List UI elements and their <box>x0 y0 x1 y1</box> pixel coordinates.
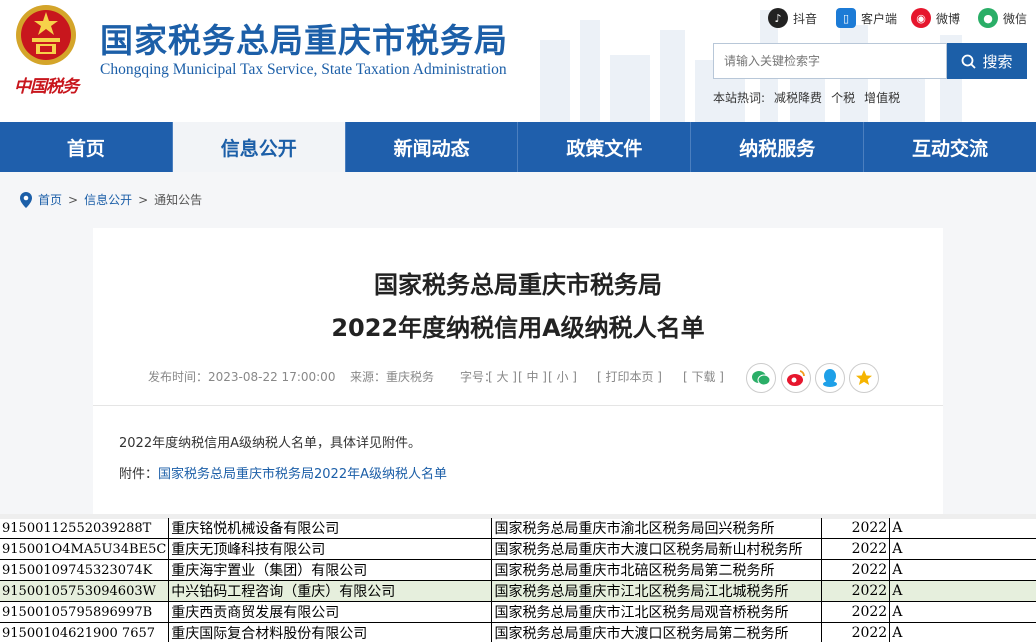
table-cell-office: 国家税务总局重庆市北碚区税务局第二税务所 <box>491 559 822 581</box>
table-cell-grade: A <box>889 601 1036 623</box>
breadcrumb: 首页 > 信息公开 > 通知公告 <box>20 191 202 208</box>
social-douyin-label: 抖音 <box>793 11 818 26</box>
table-row: 91500112552039288T 重庆铭悦机械设备有限公司 国家税务总局重庆市渝… <box>0 518 1036 539</box>
hot-word[interactable]: 个税 <box>831 89 855 106</box>
breadcrumb-current: 通知公告 <box>154 193 203 207</box>
social-weibo-label: 微博 <box>936 11 961 26</box>
table-cell-name: 重庆无顶峰科技有限公司 <box>168 538 493 560</box>
nav-item-news[interactable]: 新闻动态 <box>346 122 519 172</box>
table-cell-office: 国家税务总局重庆市渝北区税务局回兴税务所 <box>491 518 822 539</box>
hot-word[interactable]: 减税降费 <box>774 89 822 106</box>
nav-item-tax-service[interactable]: 纳税服务 <box>691 122 865 172</box>
search-icon <box>962 54 977 69</box>
table-cell-year: 2022 <box>821 622 891 642</box>
table-cell-office: 国家税务总局重庆市江北区税务局江北城税务所 <box>491 580 822 602</box>
table-cell-grade: A <box>889 538 1036 560</box>
china-tax-logo-text: 中国税务 <box>14 77 79 97</box>
taxpayer-table: 91500112552039288T 重庆铭悦机械设备有限公司 国家税务总局重庆市渝… <box>0 518 1036 642</box>
attachment-line: 附件：国家税务总局重庆市税务局2022年A级纳税人名单 <box>119 463 447 482</box>
social-wechat[interactable]: ● 微信 <box>978 8 1027 28</box>
attachment-link[interactable]: 国家税务总局重庆市税务局2022年A级纳税人名单 <box>158 467 447 482</box>
breadcrumb-section[interactable]: 信息公开 <box>84 191 132 208</box>
article-body-text: 2022年度纳税信用A级纳税人名单，具体详见附件。 <box>119 436 421 451</box>
table-cell-name: 中兴铂码工程咨询（重庆）有限公司 <box>168 580 493 602</box>
table-cell-grade: A <box>889 580 1036 602</box>
table-cell-name: 重庆国际复合材料股份有限公司 <box>168 622 493 642</box>
attachment-label: 附件： <box>119 467 159 482</box>
hot-words-label: 本站热词: <box>713 91 766 105</box>
hot-word[interactable]: 增值税 <box>864 89 900 106</box>
table-cell-code: 91500105795896997B <box>0 601 170 623</box>
nav-item-home[interactable]: 首页 <box>0 122 173 172</box>
table-cell-office: 国家税务总局重庆市江北区税务局观音桥税务所 <box>491 601 822 623</box>
table-cell-name: 重庆铭悦机械设备有限公司 <box>168 518 493 539</box>
breadcrumb-separator: > <box>138 192 149 207</box>
nav-item-policy[interactable]: 政策文件 <box>518 122 692 172</box>
main-nav: 首页 信息公开 新闻动态 政策文件 纳税服务 互动交流 <box>0 122 1036 172</box>
breadcrumb-band: 首页 > 信息公开 > 通知公告 <box>0 172 1036 228</box>
table-cell-grade: A <box>889 518 1036 539</box>
table-row: 91500104621900 7657 重庆国际复合材料股份有限公司 国家税务总局重… <box>0 622 1036 642</box>
download-button[interactable]: [ 下载 ] <box>683 368 724 385</box>
douyin-icon: ♪ <box>768 8 788 28</box>
weibo-share-icon[interactable] <box>781 363 811 393</box>
qq-share-icon[interactable] <box>815 363 845 393</box>
table-row: 91500109745323074K 重庆海宇置业（集团）有限公司 国家税务总局重庆… <box>0 559 1036 581</box>
table-cell-code: 91500104621900 7657 <box>0 622 170 642</box>
search-button[interactable]: 搜索 <box>947 43 1027 79</box>
table-row: 91500105753094603W 中兴铂码工程咨询（重庆）有限公司 国家税务总局… <box>0 580 1036 602</box>
font-medium-button[interactable]: [ 中 ] <box>518 368 547 385</box>
breadcrumb-separator: > <box>68 192 79 207</box>
social-douyin[interactable]: ♪ 抖音 <box>768 8 817 28</box>
social-client[interactable]: ▯ 客户端 <box>836 8 897 28</box>
breadcrumb-home[interactable]: 首页 <box>38 191 62 208</box>
wechat-icon: ● <box>978 8 998 28</box>
location-pin-icon <box>20 191 32 208</box>
nav-item-info-disclosure[interactable]: 信息公开 <box>172 122 346 172</box>
table-cell-name: 重庆西贡商贸发展有限公司 <box>168 601 493 623</box>
table-cell-office: 国家税务总局重庆市大渡口区税务局第二税务所 <box>491 622 822 642</box>
table-cell-grade: A <box>889 622 1036 642</box>
social-client-label: 客户端 <box>861 11 898 26</box>
article-title-line2: 2022年度纳税信用A级纳税人名单 <box>331 314 705 342</box>
table-cell-year: 2022 <box>821 559 891 581</box>
weibo-icon: ◉ <box>911 8 931 28</box>
favorite-icon[interactable] <box>849 363 879 393</box>
article-title-line1: 国家税务总局重庆市税务局 <box>374 271 662 299</box>
nav-item-interaction[interactable]: 互动交流 <box>864 122 1036 172</box>
table-cell-year: 2022 <box>821 538 891 560</box>
site-title[interactable]: 国家税务总局重庆市税务局 <box>100 14 508 62</box>
print-button[interactable]: [ 打印本页 ] <box>597 368 662 385</box>
table-cell-code: 91500112552039288T <box>0 518 170 539</box>
table-cell-office: 国家税务总局重庆市大渡口区税务局新山村税务所 <box>491 538 822 560</box>
table-cell-year: 2022 <box>821 518 891 539</box>
meta-divider <box>93 405 943 406</box>
social-weibo[interactable]: ◉ 微博 <box>911 8 960 28</box>
site-subtitle: Chongqing Municipal Tax Service, State T… <box>100 61 507 78</box>
social-wechat-label: 微信 <box>1003 11 1028 26</box>
table-cell-name: 重庆海宇置业（集团）有限公司 <box>168 559 493 581</box>
hot-words: 本站热词: 减税降费 个税 增值税 <box>713 89 900 106</box>
font-large-button[interactable]: [ 大 ] <box>488 368 517 385</box>
table-cell-code: 91500109745323074K <box>0 559 170 581</box>
client-icon: ▯ <box>836 8 856 28</box>
table-row: 915001O4MA5U34BE5C 重庆无顶峰科技有限公司 国家税务总局重庆市大渡… <box>0 538 1036 560</box>
tax-emblem-icon[interactable] <box>14 2 78 68</box>
table-cell-year: 2022 <box>821 601 891 623</box>
table-cell-code: 915001O4MA5U34BE5C <box>0 538 170 560</box>
publish-time: 发布时间：2023-08-22 17:00:00 <box>148 370 336 384</box>
table-row: 91500105795896997B 重庆西贡商贸发展有限公司 国家税务总局重庆市江… <box>0 601 1036 623</box>
font-small-button[interactable]: [ 小 ] <box>548 368 577 385</box>
table-cell-grade: A <box>889 559 1036 581</box>
table-cell-code: 91500105753094603W <box>0 580 170 602</box>
search-input[interactable] <box>713 43 947 79</box>
site-header: 中国税务 国家税务总局重庆市税务局 Chongqing Municipal Ta… <box>0 0 1036 122</box>
table-cell-year: 2022 <box>821 580 891 602</box>
article-source: 来源：重庆税务 <box>350 370 435 384</box>
wechat-share-icon[interactable] <box>746 363 776 393</box>
search-button-label: 搜索 <box>982 52 1013 71</box>
